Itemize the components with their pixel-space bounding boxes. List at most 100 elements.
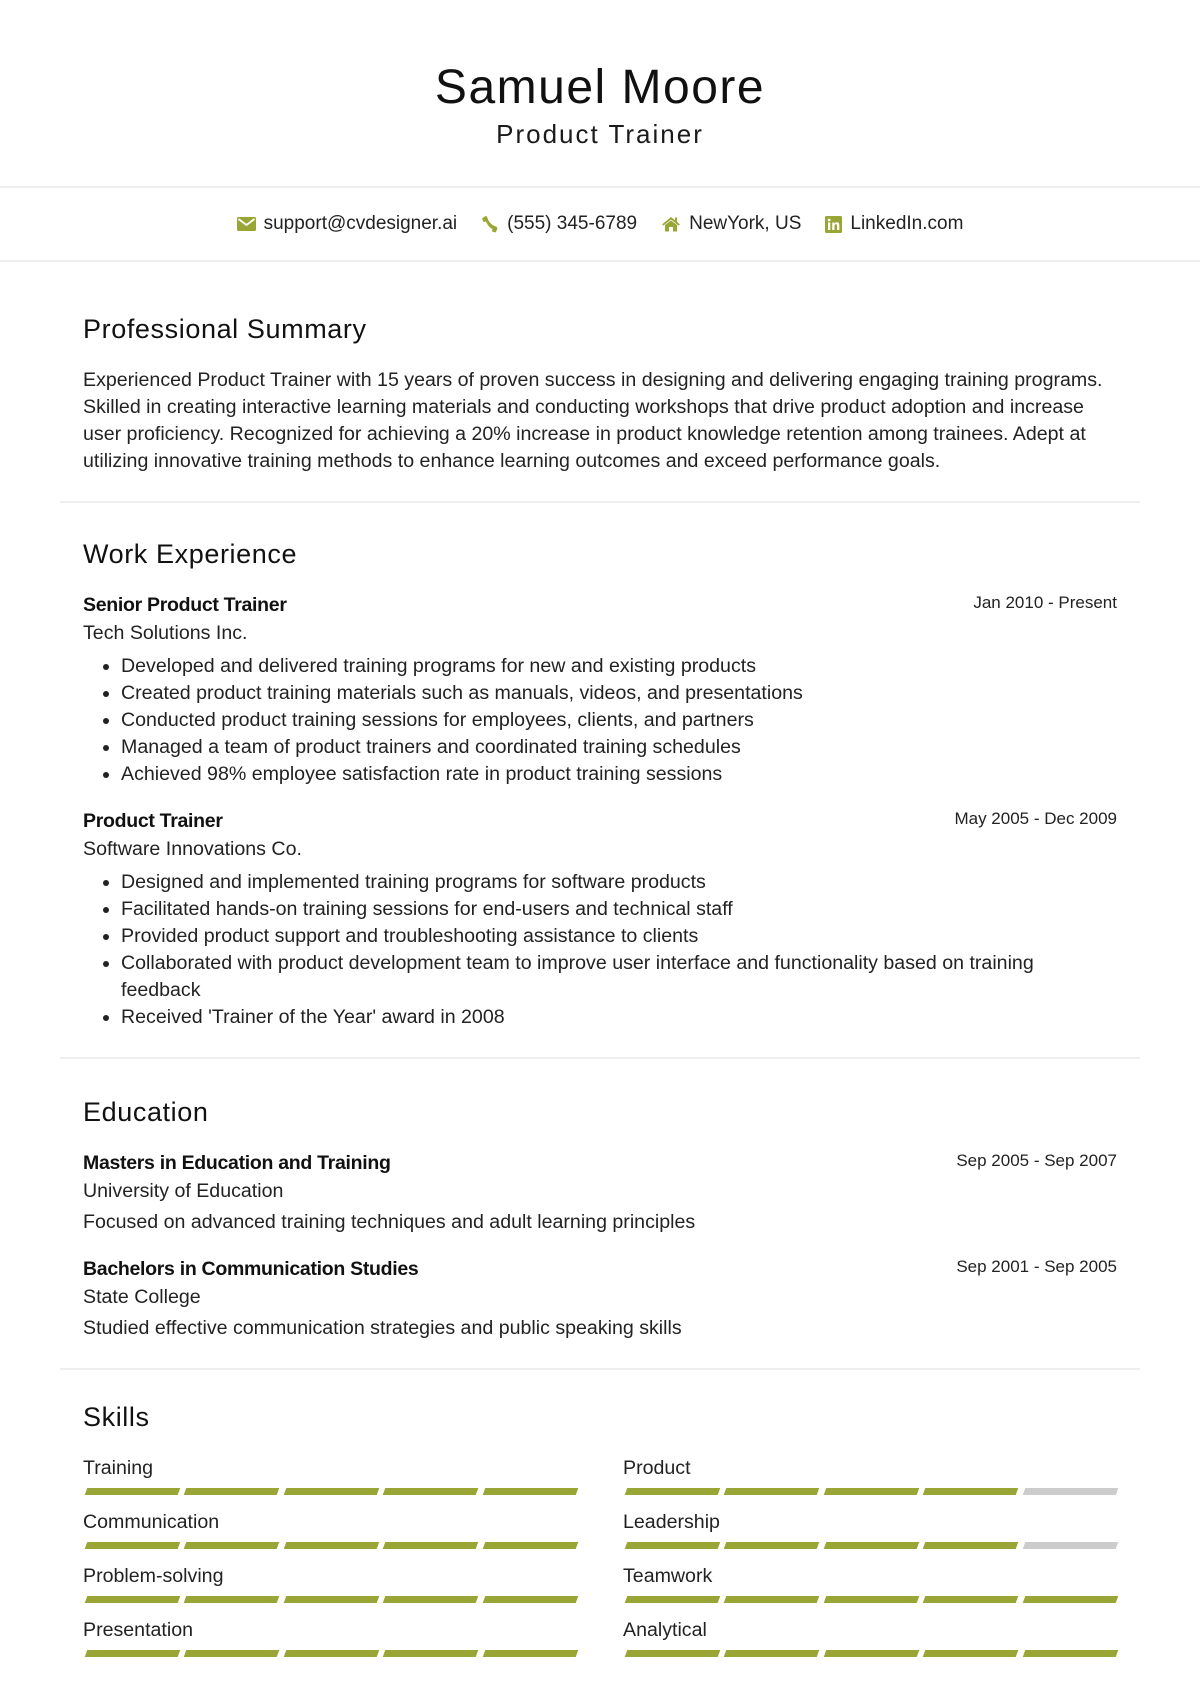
skill-item: Training bbox=[83, 1455, 579, 1495]
skill-level-bar bbox=[83, 1650, 579, 1657]
skill-level-segment-filled bbox=[283, 1542, 380, 1549]
education-dates: Sep 2005 - Sep 2007 bbox=[956, 1151, 1117, 1170]
skill-level-segment-filled bbox=[184, 1542, 281, 1549]
skill-name: Teamwork bbox=[623, 1565, 713, 1587]
skill-level-segment-filled bbox=[624, 1542, 721, 1549]
skill-level-segment-filled bbox=[84, 1542, 181, 1549]
education-heading: Education bbox=[83, 1097, 209, 1127]
contact-location: NewYork, US bbox=[661, 213, 801, 235]
skill-name: Product bbox=[623, 1457, 691, 1479]
job-title: Senior Product Trainer bbox=[83, 594, 287, 616]
skill-level-bar bbox=[623, 1650, 1119, 1657]
skill-level-bar bbox=[623, 1542, 1119, 1549]
envelope-icon bbox=[236, 217, 256, 231]
linkedin-icon bbox=[825, 215, 843, 233]
skill-level-bar bbox=[83, 1596, 579, 1603]
skill-level-segment-filled bbox=[624, 1596, 721, 1603]
job-bullets: Developed and delivered training program… bbox=[83, 653, 1117, 788]
education-dates: Sep 2001 - Sep 2005 bbox=[956, 1257, 1117, 1276]
skill-level-segment-filled bbox=[84, 1596, 181, 1603]
home-icon bbox=[661, 216, 681, 232]
skill-level-segment-filled bbox=[184, 1596, 281, 1603]
skill-item: Presentation bbox=[83, 1617, 579, 1657]
contact-location-text: NewYork, US bbox=[689, 213, 802, 234]
candidate-name: Samuel Moore bbox=[434, 61, 766, 114]
skill-level-segment-filled bbox=[823, 1650, 920, 1657]
skill-name: Presentation bbox=[83, 1619, 194, 1641]
skill-level-segment-filled bbox=[724, 1542, 821, 1549]
skill-level-segment-filled bbox=[624, 1488, 721, 1495]
skill-level-segment-filled bbox=[283, 1596, 380, 1603]
contact-email-text: support@cvdesigner.ai bbox=[263, 213, 458, 234]
job-bullet: Achieved 98% employee satisfaction rate … bbox=[121, 761, 1117, 788]
skill-item: Analytical bbox=[623, 1617, 1119, 1657]
job-bullet: Facilitated hands-on training sessions f… bbox=[121, 896, 1117, 923]
summary-heading: Professional Summary bbox=[83, 314, 367, 344]
contact-phone-text: (555) 345-6789 bbox=[507, 213, 638, 234]
skill-level-segment-filled bbox=[724, 1488, 821, 1495]
phone-icon bbox=[481, 215, 499, 233]
summary-section: Professional Summary Experienced Product… bbox=[60, 262, 1140, 503]
skill-level-segment-filled bbox=[382, 1650, 479, 1657]
education-entry: Masters in Education and Training Sep 20… bbox=[83, 1150, 1117, 1236]
skill-level-bar bbox=[83, 1488, 579, 1495]
skill-name: Leadership bbox=[623, 1511, 720, 1533]
skill-level-segment-filled bbox=[922, 1542, 1019, 1549]
skill-item: Product bbox=[623, 1455, 1119, 1495]
job-entry: Senior Product Trainer Jan 2010 - Presen… bbox=[83, 592, 1117, 788]
skills-heading: Skills bbox=[83, 1402, 150, 1432]
contact-bar: support@cvdesigner.ai (555) 345-6789 New… bbox=[0, 188, 1200, 262]
skill-level-segment-filled bbox=[624, 1650, 721, 1657]
skill-level-segment-empty bbox=[1022, 1488, 1119, 1495]
job-dates: May 2005 - Dec 2009 bbox=[954, 809, 1117, 828]
candidate-title: Product Trainer bbox=[496, 119, 704, 149]
skill-level-segment-filled bbox=[482, 1596, 579, 1603]
job-company: Software Innovations Co. bbox=[83, 838, 302, 860]
work-experience-heading: Work Experience bbox=[83, 539, 298, 569]
resume-page: Samuel Moore Product Trainer support@cvd… bbox=[0, 0, 1200, 1684]
skill-level-segment-filled bbox=[382, 1488, 479, 1495]
summary-text: Experienced Product Trainer with 15 year… bbox=[83, 369, 1103, 472]
skill-level-segment-filled bbox=[184, 1650, 281, 1657]
skill-level-segment-filled bbox=[724, 1596, 821, 1603]
job-entry: Product Trainer May 2005 - Dec 2009 Soft… bbox=[83, 808, 1117, 1031]
skills-grid: Training Product Communication Leadership Pr… bbox=[83, 1455, 1119, 1657]
skill-level-segment-filled bbox=[283, 1488, 380, 1495]
skill-level-segment-filled bbox=[382, 1542, 479, 1549]
skill-item: Communication bbox=[83, 1509, 579, 1549]
school-name: State College bbox=[83, 1286, 201, 1308]
skill-level-segment-filled bbox=[283, 1650, 380, 1657]
skill-level-segment-filled bbox=[184, 1488, 281, 1495]
skill-level-bar bbox=[623, 1596, 1119, 1603]
skill-item: Teamwork bbox=[623, 1563, 1119, 1603]
contact-linkedin[interactable]: LinkedIn.com bbox=[825, 213, 963, 235]
skill-name: Analytical bbox=[623, 1619, 707, 1641]
job-bullet: Developed and delivered training program… bbox=[121, 653, 1117, 680]
job-title: Product Trainer bbox=[83, 810, 223, 832]
job-bullet: Managed a team of product trainers and c… bbox=[121, 734, 1117, 761]
skill-level-segment-filled bbox=[922, 1596, 1019, 1603]
skill-level-segment-filled bbox=[922, 1488, 1019, 1495]
education-entry: Bachelors in Communication Studies Sep 2… bbox=[83, 1256, 1117, 1342]
skill-level-bar bbox=[83, 1542, 579, 1549]
education-section: Education Masters in Education and Train… bbox=[60, 1059, 1140, 1370]
skill-level-segment-filled bbox=[482, 1488, 579, 1495]
skill-level-segment-filled bbox=[382, 1596, 479, 1603]
job-bullet: Created product training materials such … bbox=[121, 680, 1117, 707]
contact-phone[interactable]: (555) 345-6789 bbox=[481, 213, 637, 235]
skill-level-segment-filled bbox=[922, 1650, 1019, 1657]
skill-name: Communication bbox=[83, 1511, 220, 1533]
skill-item: Problem-solving bbox=[83, 1563, 579, 1603]
resume-header: Samuel Moore Product Trainer bbox=[0, 0, 1200, 188]
skill-level-segment-filled bbox=[823, 1542, 920, 1549]
contact-email[interactable]: support@cvdesigner.ai bbox=[236, 213, 458, 235]
job-bullets: Designed and implemented training progra… bbox=[83, 869, 1117, 1031]
job-bullet: Collaborated with product development te… bbox=[121, 950, 1117, 1004]
job-bullet: Provided product support and troubleshoo… bbox=[121, 923, 1117, 950]
skill-level-segment-filled bbox=[724, 1650, 821, 1657]
skill-level-segment-filled bbox=[823, 1488, 920, 1495]
degree-title: Masters in Education and Training bbox=[83, 1152, 391, 1174]
skill-name: Problem-solving bbox=[83, 1565, 224, 1587]
skill-level-segment-empty bbox=[1022, 1542, 1119, 1549]
job-dates: Jan 2010 - Present bbox=[973, 593, 1117, 612]
